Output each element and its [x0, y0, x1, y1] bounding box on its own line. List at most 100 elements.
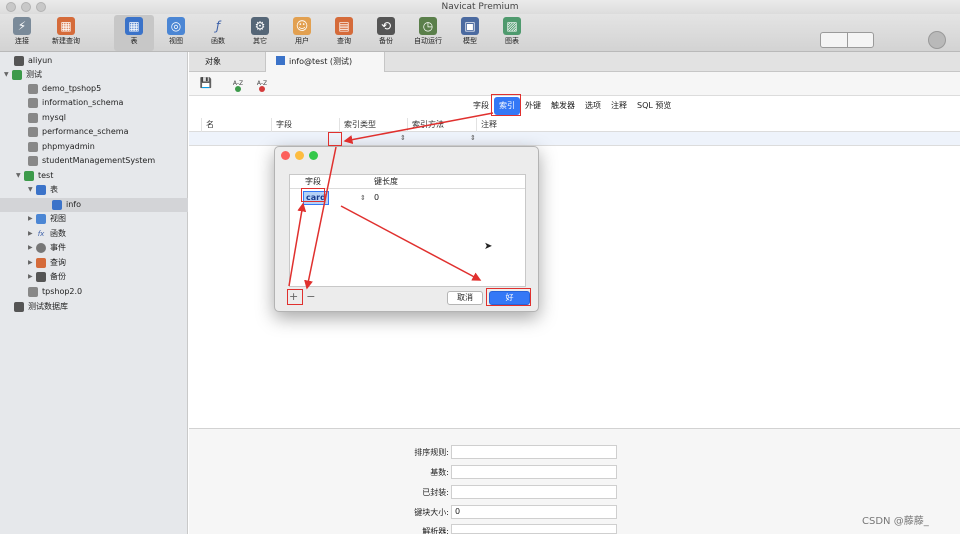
document-tab-bar: 对象 info@test (测试) — [189, 52, 960, 72]
tab-info-design[interactable]: info@test (测试) — [265, 52, 385, 72]
save-icon[interactable]: 💾 — [199, 76, 213, 92]
collapsed-triangle-icon[interactable]: ▶ — [28, 241, 36, 255]
column-header-name[interactable]: 名 — [201, 118, 269, 132]
clock-icon — [36, 243, 46, 253]
remove-field-button[interactable]: − — [306, 290, 315, 303]
plug-icon: ⚡ — [13, 17, 31, 35]
backup-icon: ⟲ — [377, 17, 395, 35]
cancel-button[interactable]: 取消 — [447, 291, 483, 305]
tree-group-backups[interactable]: ▶ 备份 — [28, 270, 66, 284]
tree-db-performance_schema[interactable]: performance_schema — [28, 125, 129, 139]
column-header-index-method[interactable]: 索引方法 — [407, 118, 475, 132]
tree-connection-test-db[interactable]: 测试数据库 — [14, 300, 68, 314]
connection-tree: aliyun ▼ 测试 demo_tpshop5 information_sche… — [0, 52, 188, 534]
dialog-zoom-button[interactable] — [309, 151, 318, 160]
dialog-window-controls — [281, 151, 318, 160]
tab-sql-preview[interactable]: SQL 预览 — [632, 97, 676, 115]
watermark: CSDN @藤藤_ — [862, 516, 929, 527]
tree-connection-test[interactable]: ▼ 测试 — [4, 68, 42, 82]
toolbar-function-button[interactable]: ƒ 函数 — [198, 15, 238, 51]
packed-input[interactable] — [451, 485, 617, 499]
function-icon: ƒ — [215, 19, 221, 33]
zoom-window-button[interactable] — [36, 2, 46, 12]
toolbar-backup-button[interactable]: ⟲ 备份 — [366, 15, 406, 51]
database-icon — [28, 113, 38, 123]
view-mode-toggle[interactable] — [820, 32, 874, 48]
col-header-field[interactable]: 字段 — [305, 175, 321, 189]
database-icon — [28, 287, 38, 297]
add-index-button[interactable]: A-Z — [231, 76, 245, 92]
dialog-close-button[interactable] — [281, 151, 290, 160]
index-type-chevron-icon[interactable]: ⇕ — [400, 134, 406, 142]
tree-db-information_schema[interactable]: information_schema — [28, 96, 123, 110]
collapsed-triangle-icon[interactable]: ▶ — [28, 227, 36, 241]
collapsed-triangle-icon[interactable]: ▶ — [28, 212, 36, 226]
tab-options[interactable]: 选项 — [580, 97, 606, 115]
annotation-box-card — [301, 188, 325, 202]
index-method-chevron-icon[interactable]: ⇕ — [470, 134, 476, 142]
cardinality-input[interactable] — [451, 465, 617, 479]
tab-foreign-keys[interactable]: 外键 — [520, 97, 546, 115]
sort-rule-input[interactable] — [451, 445, 617, 459]
tree-db-test[interactable]: ▼ test — [16, 169, 53, 183]
collapsed-triangle-icon[interactable]: ▶ — [28, 270, 36, 284]
col-header-key-length[interactable]: 键长度 — [374, 175, 398, 189]
column-header-field[interactable]: 字段 — [271, 118, 339, 132]
minimize-window-button[interactable] — [21, 2, 31, 12]
toolbar-user-button[interactable]: ☺ 用户 — [282, 15, 322, 51]
close-window-button[interactable] — [6, 2, 16, 12]
tab-comment[interactable]: 注释 — [606, 97, 632, 115]
connection-icon — [12, 70, 22, 80]
dialog-minimize-button[interactable] — [295, 151, 304, 160]
database-icon — [28, 98, 38, 108]
user-icon: ☺ — [293, 17, 311, 35]
tree-db-mysql[interactable]: mysql — [28, 111, 66, 125]
expanded-triangle-icon[interactable]: ▼ — [28, 183, 36, 197]
tree-group-functions[interactable]: ▶ fx 函数 — [28, 227, 66, 241]
tab-triggers[interactable]: 触发器 — [546, 97, 580, 115]
tree-table-info[interactable]: info — [0, 198, 188, 212]
tab-objects[interactable]: 对象 — [195, 52, 231, 72]
tree-group-tables[interactable]: ▼ 表 — [28, 183, 58, 197]
index-field-list-header: 字段 键长度 — [290, 175, 525, 189]
parser-input[interactable] — [451, 524, 617, 534]
database-icon — [28, 127, 38, 137]
index-row[interactable]: ⇕ ⇕ — [189, 132, 960, 146]
toolbar-model-button[interactable]: ▣ 模型 — [450, 15, 490, 51]
collapsed-triangle-icon[interactable]: ▶ — [28, 256, 36, 270]
toolbar-view-button[interactable]: ◎ 视图 — [156, 15, 196, 51]
toolbar-chart-button[interactable]: ▨ 图表 — [492, 15, 532, 51]
annotation-box-ok — [486, 288, 531, 306]
toolbar-connect-button[interactable]: ⚡ 连接 — [2, 15, 42, 51]
view-icon: ◎ — [167, 17, 185, 35]
delete-index-button[interactable]: A-Z — [255, 76, 269, 92]
tree-connection-aliyun[interactable]: aliyun — [14, 54, 52, 68]
toolbar-query-button[interactable]: ▤ 查询 — [324, 15, 364, 51]
tree-group-events[interactable]: ▶ 事件 — [28, 241, 66, 255]
expanded-triangle-icon[interactable]: ▼ — [4, 68, 12, 82]
field-chevron-icon[interactable]: ⇕ — [360, 192, 366, 204]
toolbar-other-button[interactable]: ⚙ 其它 — [240, 15, 280, 51]
backup-icon — [36, 272, 46, 282]
column-header-index-type[interactable]: 索引类型 — [339, 118, 407, 132]
tree-db-demo_tpshop5[interactable]: demo_tpshop5 — [28, 82, 101, 96]
view-mode-right[interactable] — [848, 33, 874, 47]
mouse-cursor-icon: ➤ — [484, 241, 493, 252]
tree-group-views[interactable]: ▶ 视图 — [28, 212, 66, 226]
key-length-value[interactable]: 0 — [374, 192, 379, 204]
view-mode-left[interactable] — [821, 33, 848, 47]
tree-db-studentManagementSystem[interactable]: studentManagementSystem — [28, 154, 155, 168]
annotation-box-plus — [287, 289, 303, 305]
expanded-triangle-icon[interactable]: ▼ — [16, 169, 24, 183]
tree-db-phpmyadmin[interactable]: phpmyadmin — [28, 140, 95, 154]
connection-icon — [14, 302, 24, 312]
tree-db-tpshop2[interactable]: tpshop2.0 — [28, 285, 82, 299]
toolbar-new-query-button[interactable]: ▦ 新建查询 — [46, 15, 86, 51]
toolbar-schedule-button[interactable]: ◷ 自动运行 — [408, 15, 448, 51]
key-block-size-input[interactable]: 0 — [451, 505, 617, 519]
tree-group-queries[interactable]: ▶ 查询 — [28, 256, 66, 270]
toolbar-table-button[interactable]: ▦ 表 — [114, 15, 154, 51]
column-header-comment[interactable]: 注释 — [476, 118, 576, 132]
window-controls — [6, 2, 46, 12]
index-properties-panel: 排序规则: 基数: 已封装: 键块大小: 0 解析器: — [189, 428, 960, 534]
